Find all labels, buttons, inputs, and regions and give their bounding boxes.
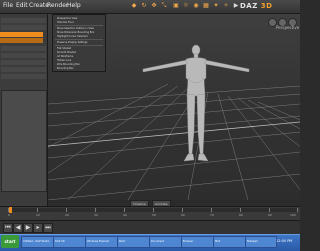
- tick-label: 20: [65, 213, 69, 217]
- start-button[interactable]: start: [1, 235, 19, 248]
- selected-row[interactable]: [0, 38, 43, 43]
- taskbar-item[interactable]: Untitled - DAZ Studio: [21, 236, 55, 248]
- skip-end-icon[interactable]: ⏭: [43, 223, 53, 233]
- menu-help[interactable]: Help: [67, 2, 81, 9]
- play-icon[interactable]: ▶: [23, 223, 33, 233]
- menu-item[interactable]: Flat Shaded: [57, 47, 71, 50]
- panel-row[interactable]: [1, 53, 46, 58]
- camera-icon[interactable]: ◉: [192, 2, 200, 10]
- selected-row[interactable]: [0, 32, 43, 37]
- translate-icon[interactable]: ✥: [150, 2, 158, 10]
- tick-label: 50: [152, 213, 156, 217]
- tick-label: 0: [8, 213, 10, 217]
- menu-render[interactable]: Render: [47, 2, 68, 9]
- step-forward-icon[interactable]: ▸: [33, 223, 43, 233]
- panel-row[interactable]: [1, 25, 46, 30]
- taskbar-item[interactable]: Document: [149, 236, 183, 248]
- morph-icon[interactable]: ✦: [212, 2, 220, 10]
- timeline-ruler[interactable]: [8, 208, 298, 212]
- taskbar-item[interactable]: Windows Explorer: [85, 236, 119, 248]
- menu-item[interactable]: Perspective View: [57, 17, 77, 20]
- panel-row[interactable]: [1, 60, 46, 65]
- menu-item[interactable]: Highlight Cursor Selected: [57, 35, 88, 38]
- taskbar-item[interactable]: Mail: [213, 236, 247, 248]
- tick-label: 60: [181, 213, 185, 217]
- tick-label: 30: [94, 213, 98, 217]
- menu-item[interactable]: Bounding Box: [57, 67, 74, 70]
- playhead[interactable]: [9, 207, 12, 213]
- spot-render-icon[interactable]: ▣: [172, 2, 180, 10]
- taskbar-item[interactable]: Paint: [117, 236, 151, 248]
- content-list[interactable]: [1, 90, 47, 192]
- clock: 12:00 PM: [276, 239, 293, 243]
- menu-item[interactable]: Hide the Floor: [57, 21, 74, 24]
- rotate-icon[interactable]: ↻: [140, 2, 148, 10]
- menu-item[interactable]: Show Selection Outline in View: [57, 27, 94, 30]
- menu-edit[interactable]: Edit: [16, 2, 28, 9]
- panel-row[interactable]: [1, 67, 46, 72]
- tick-label: 100: [290, 213, 296, 217]
- panel-row[interactable]: [1, 46, 46, 51]
- skip-start-icon[interactable]: ⏮: [3, 223, 13, 233]
- tick-label: 40: [123, 213, 127, 217]
- panel-row[interactable]: [1, 18, 46, 23]
- taskbar-item[interactable]: Notepad: [245, 236, 277, 248]
- menu-item[interactable]: Lit Wireframe: [57, 55, 73, 58]
- taskbar-item[interactable]: Browser: [181, 236, 215, 248]
- tick-label: 10: [36, 213, 40, 217]
- view-context-menu: Perspective View Hide the Floor Show Sel…: [52, 14, 106, 72]
- menu-item[interactable]: Wire Bounding Box: [57, 63, 80, 66]
- scale-icon[interactable]: ⤡: [160, 2, 168, 10]
- tick-label: 70: [210, 213, 214, 217]
- taskbar-item[interactable]: DAZ 3D: [53, 236, 87, 248]
- pose-icon[interactable]: ✧: [222, 2, 230, 10]
- brand-logo: DAZ 3D: [240, 2, 273, 10]
- menu-create[interactable]: Create: [29, 2, 49, 9]
- tick-label: 90: [268, 213, 272, 217]
- select-icon[interactable]: ◆: [130, 2, 138, 10]
- render-icon[interactable]: ▶: [232, 2, 240, 10]
- menu-item[interactable]: Preserve Display Settings: [57, 41, 88, 44]
- camera-label[interactable]: Perspective: [276, 25, 299, 30]
- menu-item[interactable]: Smooth Shaded: [57, 51, 76, 54]
- tick-label: 80: [239, 213, 243, 217]
- step-back-icon[interactable]: ◀: [13, 223, 23, 233]
- panel-row[interactable]: [1, 74, 46, 79]
- menu-item[interactable]: Show Dimension Bounding Box: [57, 31, 94, 34]
- menu-file[interactable]: File: [3, 2, 13, 9]
- grid-icon[interactable]: ▦: [202, 2, 210, 10]
- menu-item[interactable]: Hidden Line: [57, 59, 71, 62]
- light-icon[interactable]: ☼: [182, 2, 190, 10]
